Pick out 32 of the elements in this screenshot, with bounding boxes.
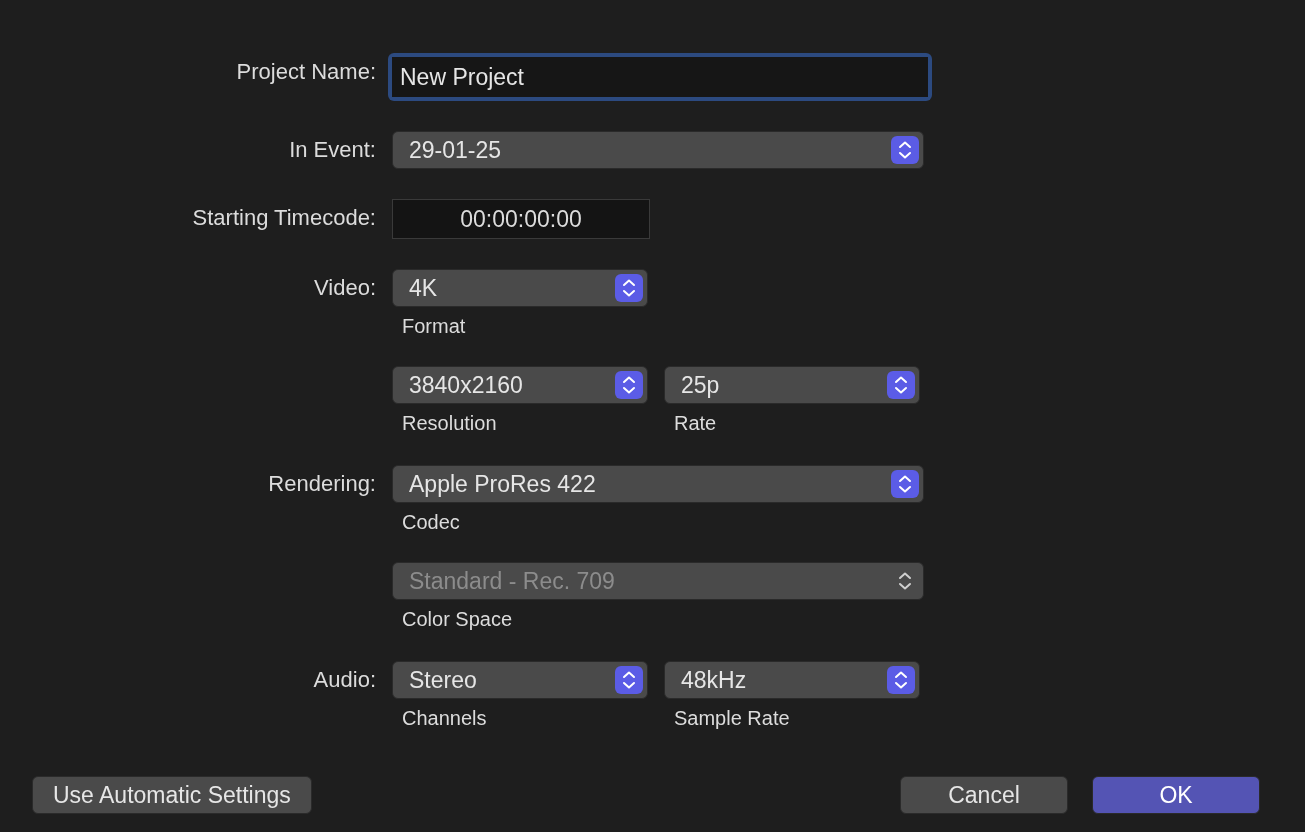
- field-label: Project Name:: [235, 58, 376, 85]
- popup-caption: Color Space: [402, 608, 514, 631]
- popup-menu[interactable]: Apple ProRes 422: [392, 465, 924, 503]
- field-label: Starting Timecode:: [191, 204, 376, 231]
- popup-caption: Format: [402, 315, 467, 338]
- popup-caption: Resolution: [402, 412, 498, 435]
- popup-menu[interactable]: 29-01-25: [392, 131, 924, 169]
- stepper-icon: [891, 470, 919, 498]
- stepper-icon: [615, 666, 643, 694]
- stepper-icon: [615, 371, 643, 399]
- popup-caption: Sample Rate: [674, 707, 791, 730]
- stepper-icon: [615, 274, 643, 302]
- stepper-icon: [887, 371, 915, 399]
- stepper-icon: [891, 136, 919, 164]
- popup-menu[interactable]: Stereo: [392, 661, 648, 699]
- popup-caption: Rate: [674, 412, 718, 435]
- field-label: Video:: [313, 274, 376, 301]
- dialog-button[interactable]: Use Automatic Settings: [32, 776, 312, 814]
- timecode-field[interactable]: 00:00:00:00: [392, 199, 650, 239]
- project-name-field[interactable]: New Project: [388, 53, 932, 101]
- dialog-button[interactable]: Cancel: [900, 776, 1068, 814]
- popup-caption: Codec: [402, 511, 461, 534]
- stepper-icon: [887, 666, 915, 694]
- field-label: Rendering:: [267, 470, 376, 497]
- popup-menu[interactable]: 48kHz: [664, 661, 920, 699]
- popup-menu[interactable]: 4K: [392, 269, 648, 307]
- dialog-button[interactable]: OK: [1092, 776, 1260, 814]
- popup-caption: Channels: [402, 707, 488, 730]
- field-label: Audio:: [312, 666, 376, 693]
- popup-menu[interactable]: 3840x2160: [392, 366, 648, 404]
- popup-menu[interactable]: 25p: [664, 366, 920, 404]
- field-label: In Event:: [288, 136, 376, 163]
